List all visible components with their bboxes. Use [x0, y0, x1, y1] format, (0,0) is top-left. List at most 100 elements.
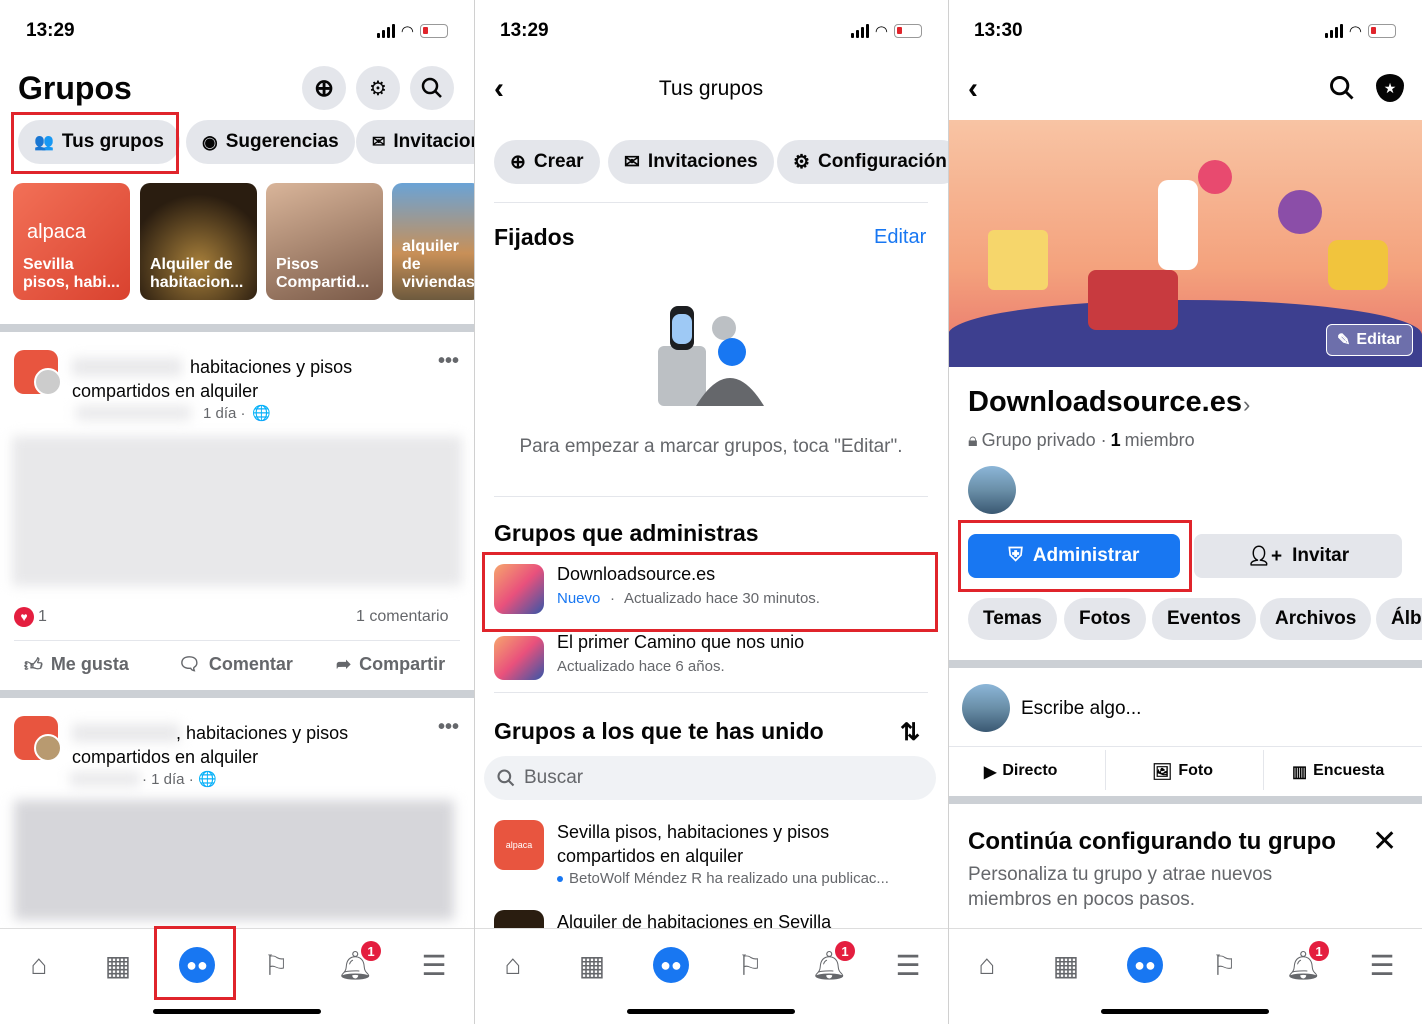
- chip-suggestions[interactable]: ◉ Sugerencias: [186, 120, 355, 164]
- invite-button[interactable]: 👤︎+ Invitar: [1194, 534, 1402, 578]
- home-indicator: [627, 1009, 795, 1014]
- home-icon[interactable]: ⌂: [969, 947, 1005, 983]
- home-icon[interactable]: ⌂: [495, 947, 531, 983]
- status-bar: 13:29 ◠: [474, 18, 948, 44]
- more-icon[interactable]: •••: [438, 350, 459, 373]
- marketplace-icon[interactable]: ▦: [1048, 947, 1084, 983]
- group-card[interactable]: Alquiler de habitacion...: [140, 183, 257, 300]
- post-time: · 1 día ·: [142, 771, 194, 788]
- your-groups-panel: 13:29 ◠ ‹ Tus grupos ⊕ Crear ✉ Invitacione…: [474, 0, 948, 1024]
- chip-label: Crear: [533, 151, 584, 172]
- search-icon[interactable]: [1328, 74, 1356, 102]
- share-button[interactable]: ➦ Compartir: [336, 654, 445, 675]
- photo-button[interactable]: 🖼︎ Foto: [1152, 762, 1213, 782]
- battery-icon: [1368, 24, 1396, 38]
- sort-icon[interactable]: ⇅: [900, 718, 920, 747]
- video-icon: ▶: [984, 764, 997, 781]
- groups-icon: ●●: [660, 954, 682, 975]
- blurred-post-image: [12, 436, 462, 586]
- group-card[interactable]: alpaca Sevilla pisos, habi...: [13, 183, 130, 300]
- chevron-right-icon[interactable]: ›: [1243, 392, 1250, 418]
- bell-icon[interactable]: 🔔︎ 1: [811, 941, 855, 983]
- pinned-illustration: [658, 306, 764, 406]
- group-page-panel: 13:30 ◠ ‹ ★ ✎ Editar Downloadsource.es › …: [948, 0, 1422, 1024]
- menu-icon[interactable]: ☰: [890, 947, 926, 983]
- tab-albums[interactable]: Álbumes: [1376, 598, 1422, 640]
- comment-button[interactable]: 🗨︎ Comentar: [178, 654, 293, 675]
- member-avatar[interactable]: [968, 466, 1016, 514]
- notification-badge: 1: [361, 941, 381, 961]
- tab-events[interactable]: Eventos: [1152, 598, 1256, 640]
- button-label: Compartir: [359, 654, 446, 674]
- edit-cover-button[interactable]: ✎ Editar: [1326, 324, 1413, 356]
- group-card[interactable]: Pisos Compartid...: [266, 183, 383, 300]
- pages-icon[interactable]: ⚐: [1206, 947, 1242, 983]
- button-label: Invitar: [1292, 545, 1350, 566]
- avatar[interactable]: [34, 734, 62, 762]
- composer-input[interactable]: Escribe algo...: [1021, 698, 1141, 720]
- members-count: 1: [1110, 430, 1121, 450]
- admin-shield-icon[interactable]: ★: [1376, 74, 1404, 102]
- group-card[interactable]: alquiler de viviendas: [392, 183, 474, 300]
- settings-button[interactable]: ⚙: [356, 66, 400, 110]
- create-group-button[interactable]: ⊕ Crear: [494, 140, 600, 184]
- menu-icon[interactable]: ☰: [416, 947, 452, 983]
- group-row[interactable]: El primer Camino que nos unio Actualizad…: [494, 630, 928, 688]
- groups-tab-active[interactable]: ●●: [653, 947, 689, 983]
- like-button[interactable]: 👍︎ Me gusta: [24, 654, 129, 676]
- groups-tab-active[interactable]: ●●: [1127, 947, 1163, 983]
- post-title[interactable]: , habitaciones y pisos compartidos en al…: [72, 721, 412, 769]
- group-name: Sevilla pisos, habitaciones y pisos comp…: [557, 822, 830, 866]
- reaction-count[interactable]: 1: [38, 608, 47, 626]
- close-icon[interactable]: ✕: [1372, 824, 1397, 859]
- live-button[interactable]: ▶ Directo: [984, 762, 1057, 782]
- comment-count[interactable]: 1 comentario: [356, 608, 449, 626]
- menu-icon[interactable]: ☰: [1364, 947, 1400, 983]
- pages-icon[interactable]: ⚐: [258, 947, 294, 983]
- poll-button[interactable]: ▥ Encuesta: [1292, 762, 1384, 782]
- alpaca-logo: alpaca: [27, 221, 86, 243]
- group-name[interactable]: Downloadsource.es: [968, 386, 1242, 419]
- battery-icon: [894, 24, 922, 38]
- wifi-icon: ◠: [874, 23, 888, 40]
- home-icon[interactable]: ⌂: [21, 947, 57, 983]
- divider: [948, 746, 1422, 747]
- back-icon[interactable]: ‹: [968, 72, 978, 106]
- tab-topics[interactable]: Temas: [968, 598, 1057, 640]
- unread-dot: [557, 876, 563, 882]
- marketplace-icon[interactable]: ▦: [574, 947, 610, 983]
- groups-panel: 13:29 ◠ Grupos ⊕ ⚙ 👥 Tus grupos ◉ Sugerenc…: [0, 0, 474, 1024]
- button-label: Comentar: [208, 654, 293, 674]
- marketplace-icon[interactable]: ▦: [100, 947, 136, 983]
- bottom-nav: ⌂ ▦ ●● ⚐ 🔔︎ 1 ☰: [0, 928, 474, 1024]
- settings-button[interactable]: ⚙ Configuración: [777, 140, 948, 184]
- privacy-label: Grupo privado ·: [981, 430, 1107, 450]
- wifi-icon: ◠: [400, 23, 414, 40]
- avatar[interactable]: [34, 368, 62, 396]
- invitations-button[interactable]: ✉ Invitaciones: [608, 140, 774, 184]
- setup-subtitle: Personaliza tu grupo y atrae nuevos miem…: [968, 864, 1273, 910]
- search-input[interactable]: Buscar: [484, 756, 936, 800]
- bell-icon[interactable]: 🔔︎ 1: [1285, 941, 1329, 983]
- highlight-box: [958, 520, 1192, 592]
- chip-label: Configuración: [818, 151, 947, 172]
- status-time: 13:29: [26, 20, 75, 41]
- tab-files[interactable]: Archivos: [1260, 598, 1372, 640]
- lock-icon: 🔒︎: [968, 430, 978, 450]
- group-row[interactable]: alpaca Sevilla pisos, habitaciones y pis…: [494, 818, 928, 894]
- edit-pinned-link[interactable]: Editar: [874, 226, 926, 249]
- add-group-button[interactable]: ⊕: [302, 66, 346, 110]
- pages-icon[interactable]: ⚐: [732, 947, 768, 983]
- post-title[interactable]: habitaciones y pisos compartidos en alqu…: [72, 355, 412, 403]
- battery-icon: [420, 24, 448, 38]
- joined-groups-heading: Grupos a los que te has unido: [494, 718, 824, 744]
- search-button[interactable]: [410, 66, 454, 110]
- signal-icon: [376, 24, 395, 38]
- share-icon: ➦: [336, 654, 352, 674]
- bell-icon[interactable]: 🔔︎ 1: [337, 941, 381, 983]
- chip-invitations[interactable]: ✉ Invitaciones: [356, 120, 474, 164]
- more-icon[interactable]: •••: [438, 716, 459, 739]
- notification-badge: 1: [835, 941, 855, 961]
- tab-photos[interactable]: Fotos: [1064, 598, 1146, 640]
- divider: [494, 692, 928, 693]
